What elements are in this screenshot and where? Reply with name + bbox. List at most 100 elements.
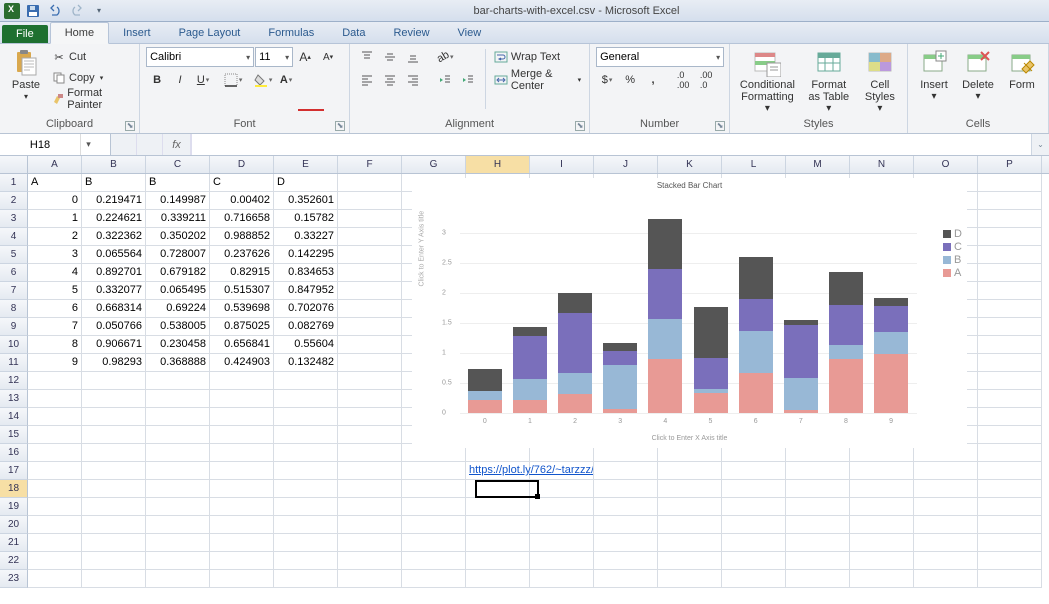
row-header-7[interactable]: 7	[0, 282, 28, 300]
cell[interactable]	[338, 462, 402, 480]
col-header-N[interactable]: N	[850, 156, 914, 173]
formula-input[interactable]	[192, 134, 1031, 155]
cell[interactable]	[530, 516, 594, 534]
save-icon[interactable]	[24, 2, 42, 20]
cell[interactable]	[210, 570, 274, 588]
decrease-font-button[interactable]: A▾	[317, 47, 339, 67]
cell[interactable]	[274, 516, 338, 534]
cell[interactable]	[28, 534, 82, 552]
copy-button[interactable]: Copy ▾	[50, 68, 133, 88]
cell[interactable]: 2	[28, 228, 82, 246]
cell[interactable]	[978, 426, 1042, 444]
cell[interactable]	[146, 372, 210, 390]
row-header-2[interactable]: 2	[0, 192, 28, 210]
cell[interactable]	[146, 498, 210, 516]
row-header-9[interactable]: 9	[0, 318, 28, 336]
name-box[interactable]: ▾	[0, 134, 111, 155]
cell[interactable]	[210, 426, 274, 444]
cell[interactable]: 0.322362	[82, 228, 146, 246]
embedded-chart[interactable]: Stacked Bar Chart Click to Enter Y Axis …	[412, 178, 967, 448]
cell[interactable]	[722, 462, 786, 480]
col-header-E[interactable]: E	[274, 156, 338, 173]
row-header-17[interactable]: 17	[0, 462, 28, 480]
expand-formula-bar-button[interactable]: ⌄	[1031, 134, 1049, 155]
cell[interactable]	[978, 408, 1042, 426]
cell[interactable]	[338, 318, 402, 336]
cell[interactable]	[850, 480, 914, 498]
cell[interactable]: 0.834653	[274, 264, 338, 282]
tab-view[interactable]: View	[444, 23, 496, 43]
col-header-I[interactable]: I	[530, 156, 594, 173]
cell[interactable]	[338, 444, 402, 462]
spreadsheet-grid[interactable]: ABCDEFGHIJKLMNOP 1ABBCD200.2194710.14998…	[0, 156, 1049, 603]
cell[interactable]	[82, 372, 146, 390]
tab-file[interactable]: File	[2, 25, 48, 43]
row-header-11[interactable]: 11	[0, 354, 28, 372]
cell[interactable]	[338, 282, 402, 300]
row-header-14[interactable]: 14	[0, 408, 28, 426]
hyperlink-cell[interactable]: https://plot.ly/762/~tarzzz/	[466, 462, 530, 480]
cell[interactable]	[914, 498, 978, 516]
font-dialog-launcher[interactable]: ⬊	[335, 121, 345, 131]
cell[interactable]: 0.00402	[210, 192, 274, 210]
cell[interactable]	[210, 408, 274, 426]
cell[interactable]	[978, 174, 1042, 192]
cell[interactable]: 0.538005	[146, 318, 210, 336]
cell[interactable]: 7	[28, 318, 82, 336]
tab-formulas[interactable]: Formulas	[254, 23, 328, 43]
cell[interactable]: B	[146, 174, 210, 192]
align-left-button[interactable]	[356, 70, 378, 90]
cell[interactable]	[82, 426, 146, 444]
row-header-20[interactable]: 20	[0, 516, 28, 534]
cell[interactable]: 0.988852	[210, 228, 274, 246]
cell[interactable]	[338, 552, 402, 570]
row-header-21[interactable]: 21	[0, 534, 28, 552]
cell[interactable]	[274, 462, 338, 480]
cell[interactable]	[530, 534, 594, 552]
cell[interactable]	[338, 498, 402, 516]
row-header-3[interactable]: 3	[0, 210, 28, 228]
cell[interactable]	[274, 372, 338, 390]
cell[interactable]	[658, 462, 722, 480]
cell[interactable]	[786, 480, 850, 498]
cell[interactable]	[146, 390, 210, 408]
col-header-B[interactable]: B	[82, 156, 146, 173]
cell[interactable]: 0.230458	[146, 336, 210, 354]
cell[interactable]	[338, 336, 402, 354]
cell[interactable]: 0.906671	[82, 336, 146, 354]
font-name-combo[interactable]: Calibri▾	[146, 47, 254, 67]
cell[interactable]	[786, 552, 850, 570]
cell[interactable]: 0.142295	[274, 246, 338, 264]
col-header-P[interactable]: P	[978, 156, 1042, 173]
cell[interactable]: 4	[28, 264, 82, 282]
cell[interactable]: 0.224621	[82, 210, 146, 228]
cell[interactable]	[338, 192, 402, 210]
cell[interactable]	[594, 462, 658, 480]
col-header-K[interactable]: K	[658, 156, 722, 173]
cell[interactable]	[274, 444, 338, 462]
cell[interactable]	[338, 480, 402, 498]
cell[interactable]	[210, 480, 274, 498]
row-header-10[interactable]: 10	[0, 336, 28, 354]
increase-font-button[interactable]: A▴	[294, 47, 316, 67]
wrap-text-button[interactable]: Wrap Text	[492, 47, 583, 67]
cell[interactable]: C	[210, 174, 274, 192]
cell[interactable]	[210, 372, 274, 390]
cell[interactable]	[850, 462, 914, 480]
cell[interactable]	[530, 462, 594, 480]
cell[interactable]	[210, 516, 274, 534]
cell[interactable]	[82, 462, 146, 480]
cell[interactable]	[978, 210, 1042, 228]
cell[interactable]: 0.668314	[82, 300, 146, 318]
cell[interactable]	[658, 534, 722, 552]
col-header-O[interactable]: O	[914, 156, 978, 173]
cell[interactable]	[28, 498, 82, 516]
cell[interactable]	[28, 480, 82, 498]
cell[interactable]	[82, 498, 146, 516]
cell[interactable]	[274, 534, 338, 552]
cell[interactable]: 0.237626	[210, 246, 274, 264]
cell[interactable]: 0.082769	[274, 318, 338, 336]
cell[interactable]	[978, 570, 1042, 588]
cell[interactable]	[146, 480, 210, 498]
cell[interactable]	[274, 498, 338, 516]
